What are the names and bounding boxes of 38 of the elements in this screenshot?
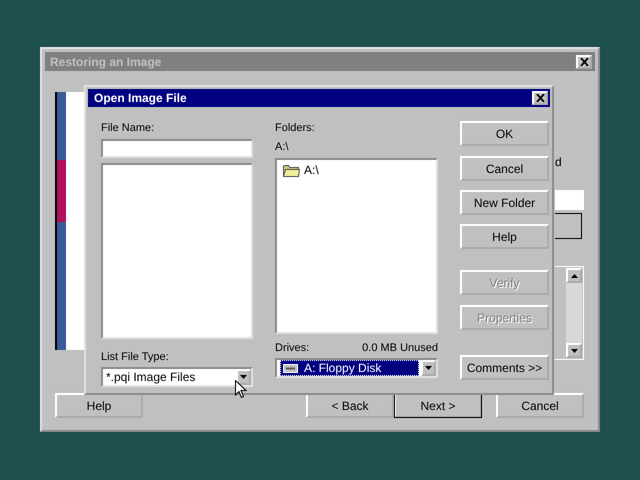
field-label: File Name: xyxy=(101,121,156,135)
dialog-button[interactable]: Comments >> xyxy=(460,355,549,380)
up-arrow-icon xyxy=(570,274,578,278)
field-label: List File Type: xyxy=(101,350,170,364)
free-space-text: 0.0 MB Unused xyxy=(362,341,438,355)
drive-icon xyxy=(283,364,298,372)
wizard-button[interactable]: Next > xyxy=(394,393,482,418)
scrollbar[interactable] xyxy=(566,268,582,358)
file-type-dropdown[interactable]: *.pqi Image Files xyxy=(101,367,253,387)
dialog-button[interactable]: New Folder xyxy=(460,190,549,215)
wizard-button[interactable]: Cancel xyxy=(496,393,584,418)
close-icon xyxy=(580,58,588,66)
text-field[interactable] xyxy=(555,190,584,210)
field-label: Folders: xyxy=(275,121,316,135)
close-icon xyxy=(536,94,544,102)
scroll-up-button[interactable] xyxy=(566,268,582,283)
wizard-button[interactable]: < Back xyxy=(306,393,394,418)
dialog-title: Open Image File xyxy=(94,91,187,105)
folder-list[interactable]: A:\ xyxy=(275,158,438,334)
folder-icon xyxy=(283,164,300,176)
file-list[interactable] xyxy=(101,163,253,339)
wizard-button[interactable]: Help xyxy=(55,393,143,418)
folder-item[interactable]: A:\ xyxy=(281,162,432,178)
dialog-button[interactable]: Help xyxy=(460,224,549,249)
window-title: Restoring an Image xyxy=(50,54,162,68)
close-button[interactable] xyxy=(532,91,548,105)
scroll-down-button[interactable] xyxy=(566,343,582,358)
drive-dropdown[interactable]: A: Floppy Disk xyxy=(275,358,438,378)
dialog-button[interactable]: OK xyxy=(460,121,549,146)
label-text: d xyxy=(555,155,562,169)
dialog-button[interactable]: Cancel xyxy=(460,156,549,181)
field-label: Drives: xyxy=(275,341,310,355)
file-name-field[interactable] xyxy=(101,139,253,158)
panel xyxy=(555,213,582,239)
folder-path: A:\ xyxy=(275,140,290,154)
close-button[interactable] xyxy=(576,54,592,68)
cursor-icon xyxy=(235,380,247,399)
down-arrow-icon xyxy=(570,348,578,352)
